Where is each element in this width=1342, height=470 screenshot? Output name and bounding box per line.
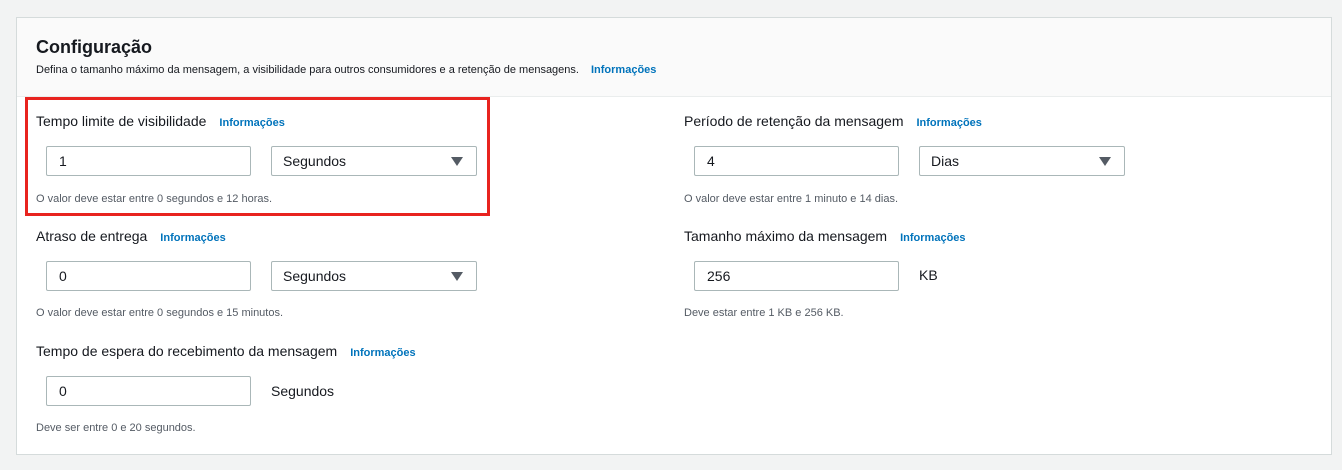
max-message-size-field: Tamanho máximo da mensagem Informações 25… [684,228,1134,328]
max-message-size-info-link[interactable]: Informações [900,232,965,244]
delivery-delay-label: Atraso de entrega [36,228,148,244]
retention-period-unit-select[interactable]: Dias [919,146,1125,176]
delivery-delay-hint: O valor deve estar entre 0 segundos e 15… [36,307,284,319]
panel-description: Defina o tamanho máximo da mensagem, a v… [36,64,656,76]
highlight-box [25,97,490,216]
delivery-delay-input[interactable]: 0 [46,261,251,291]
delivery-delay-field: Atraso de entrega Informações 0 Segundos … [36,228,486,328]
receive-wait-time-input[interactable]: 0 [46,376,251,406]
receive-wait-time-field: Tempo de espera do recebimento da mensag… [36,343,486,443]
delivery-delay-info-link[interactable]: Informações [160,232,225,244]
retention-period-hint: O valor deve estar entre 1 minuto e 14 d… [684,193,899,205]
delivery-delay-label-row: Atraso de entrega Informações [36,228,226,244]
retention-period-info-link[interactable]: Informações [916,117,981,129]
panel-header: Configuração Defina o tamanho máximo da … [17,18,1331,97]
retention-period-label-row: Período de retenção da mensagem Informaçõ… [684,113,982,129]
retention-period-unit-value: Dias [931,153,960,169]
retention-period-label: Período de retenção da mensagem [684,113,904,129]
receive-wait-time-label: Tempo de espera do recebimento da mensag… [36,343,338,359]
caret-down-icon [1099,157,1111,166]
receive-wait-time-unit: Segundos [271,383,335,399]
retention-period-field: Período de retenção da mensagem Informaçõ… [684,113,1134,213]
panel-info-link[interactable]: Informações [591,64,656,76]
panel-description-text: Defina o tamanho máximo da mensagem, a v… [36,64,579,76]
panel-title: Configuração [36,37,153,57]
max-message-size-hint: Deve estar entre 1 KB e 256 KB. [684,307,844,319]
max-message-size-label: Tamanho máximo da mensagem [684,228,888,244]
receive-wait-time-label-row: Tempo de espera do recebimento da mensag… [36,343,416,359]
max-message-size-label-row: Tamanho máximo da mensagem Informações [684,228,966,244]
delivery-delay-unit-select[interactable]: Segundos [271,261,477,291]
retention-period-input[interactable]: 4 [694,146,899,176]
max-message-size-unit: KB [919,267,938,283]
receive-wait-time-info-link[interactable]: Informações [350,347,415,359]
receive-wait-time-hint: Deve ser entre 0 e 20 segundos. [36,422,196,434]
delivery-delay-unit-value: Segundos [283,268,347,284]
max-message-size-input[interactable]: 256 [694,261,899,291]
caret-down-icon [451,272,463,281]
